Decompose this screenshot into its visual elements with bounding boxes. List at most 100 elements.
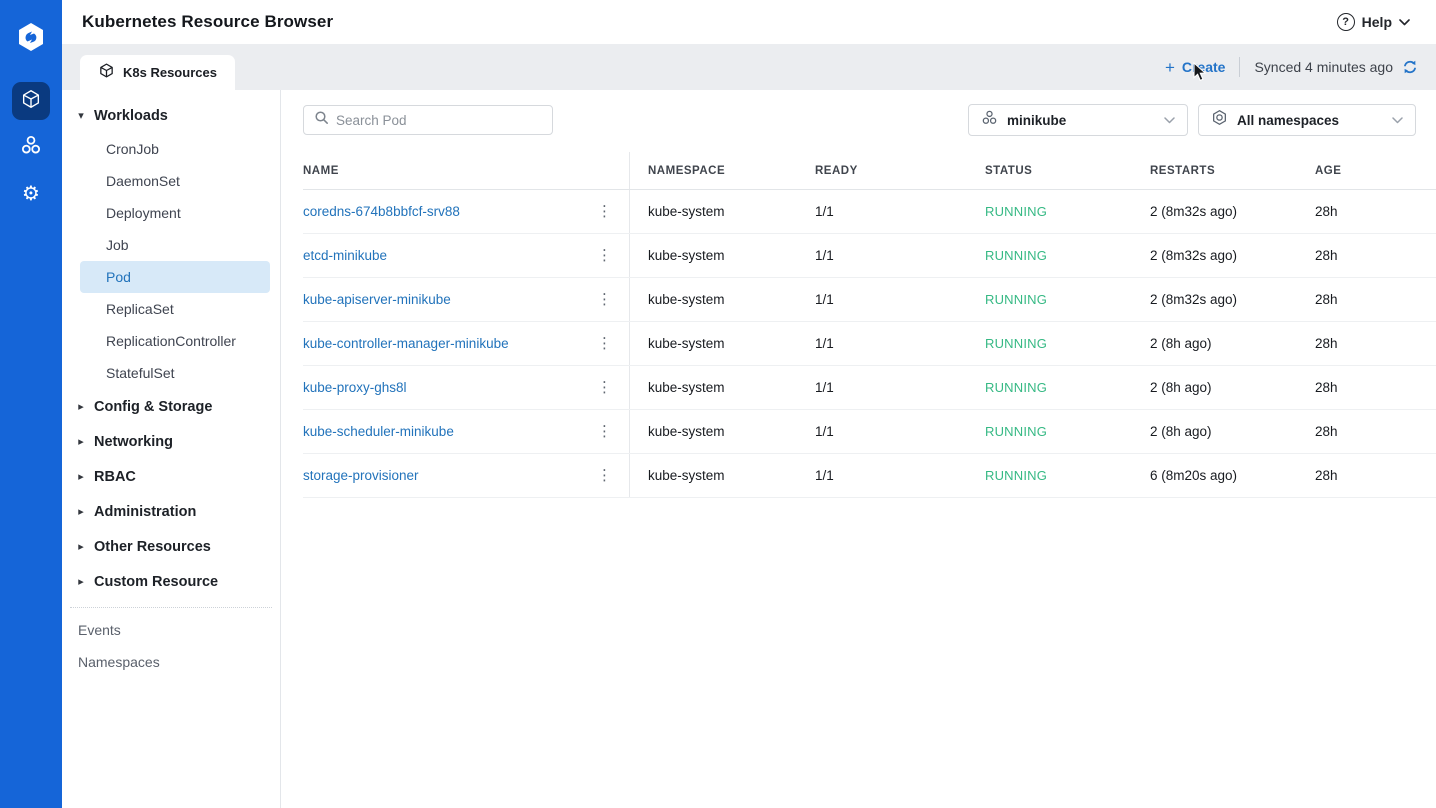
create-button[interactable]: + Create	[1165, 59, 1226, 76]
search-icon	[314, 110, 329, 130]
cell-namespace: kube-system	[630, 248, 815, 263]
cell-restarts: 2 (8h ago)	[1150, 424, 1315, 439]
plus-icon: +	[1165, 59, 1175, 76]
sync-status: Synced 4 minutes ago	[1254, 59, 1418, 75]
cell-ready: 1/1	[815, 468, 985, 483]
sidebar-item-replicationcontroller[interactable]: ReplicationController	[62, 325, 280, 357]
kebab-menu-icon[interactable]: ⋮	[592, 378, 617, 397]
cell-restarts: 2 (8h ago)	[1150, 380, 1315, 395]
sidebar-group-label: Custom Resource	[94, 574, 218, 590]
refresh-icon[interactable]	[1402, 59, 1418, 75]
sidebar-item-daemonset[interactable]: DaemonSet	[62, 165, 280, 197]
cell-age: 28h	[1315, 248, 1436, 263]
cell-restarts: 2 (8h ago)	[1150, 336, 1315, 351]
cell-ready: 1/1	[815, 380, 985, 395]
table-body: coredns-674b8bbfcf-srv88 ⋮ kube-system 1…	[303, 190, 1436, 498]
sidebar-group-label: Networking	[94, 434, 173, 450]
rail-settings-button[interactable]: ⚙	[12, 174, 50, 212]
column-header-ready: READY	[815, 165, 985, 177]
pod-name-link[interactable]: storage-provisioner	[303, 468, 419, 483]
pod-name-link[interactable]: kube-scheduler-minikube	[303, 424, 454, 439]
sidebar-group[interactable]: ▸ Other Resources	[62, 529, 280, 564]
kebab-menu-icon[interactable]: ⋮	[592, 202, 617, 221]
synced-label: Synced 4 minutes ago	[1254, 59, 1393, 75]
rail-cluster-button[interactable]	[12, 128, 50, 166]
column-header-restarts: RESTARTS	[1150, 165, 1315, 177]
kebab-menu-icon[interactable]: ⋮	[592, 466, 617, 485]
resource-sidebar: ▾ Workloads CronJob DaemonSet Deployment…	[62, 90, 281, 808]
tab-label: K8s Resources	[123, 65, 217, 80]
app-rail: ⚙	[0, 0, 62, 808]
cell-restarts: 2 (8m32s ago)	[1150, 204, 1315, 219]
table-row: kube-apiserver-minikube ⋮ kube-system 1/…	[303, 278, 1436, 322]
cell-status: RUNNING	[985, 380, 1150, 395]
cell-ready: 1/1	[815, 336, 985, 351]
cell-namespace: kube-system	[630, 468, 815, 483]
cell-ready: 1/1	[815, 292, 985, 307]
pod-name-link[interactable]: kube-apiserver-minikube	[303, 292, 451, 307]
namespace-select[interactable]: All namespaces	[1198, 104, 1416, 136]
sidebar-item-job[interactable]: Job	[62, 229, 280, 261]
sidebar-group-label: Other Resources	[94, 539, 211, 555]
cell-ready: 1/1	[815, 248, 985, 263]
cell-status: RUNNING	[985, 248, 1150, 263]
cell-restarts: 6 (8m20s ago)	[1150, 468, 1315, 483]
sidebar-item-label: Job	[106, 237, 129, 253]
sidebar-group[interactable]: ▸ RBAC	[62, 459, 280, 494]
chevron-down-icon	[1164, 117, 1175, 124]
chevron-down-icon	[1399, 13, 1410, 31]
tab-strip: K8s Resources + Create Synced 4 minutes …	[62, 44, 1436, 90]
triangle-icon: ▸	[76, 470, 86, 483]
cell-namespace: kube-system	[630, 204, 815, 219]
table-row: kube-controller-manager-minikube ⋮ kube-…	[303, 322, 1436, 366]
pod-name-link[interactable]: kube-proxy-ghs8l	[303, 380, 407, 395]
kebab-menu-icon[interactable]: ⋮	[592, 290, 617, 309]
sidebar-group[interactable]: ▸ Config & Storage	[62, 389, 280, 424]
sidebar-group[interactable]: ▾ Workloads	[62, 98, 280, 133]
chevron-down-icon	[1392, 117, 1403, 124]
sidebar-footer-item-events[interactable]: Events	[62, 614, 280, 646]
cube-icon	[20, 88, 42, 115]
cell-status: RUNNING	[985, 292, 1150, 307]
search-input[interactable]	[336, 113, 542, 128]
triangle-icon: ▾	[76, 109, 86, 122]
triangle-icon: ▸	[76, 505, 86, 518]
sidebar-footer-item-namespaces[interactable]: Namespaces	[62, 646, 280, 678]
toolbar-actions: + Create Synced 4 minutes ago	[1165, 44, 1436, 90]
pod-name-link[interactable]: kube-controller-manager-minikube	[303, 336, 509, 351]
pod-name-link[interactable]: etcd-minikube	[303, 248, 387, 263]
sidebar-group-label: Administration	[94, 504, 196, 520]
kebab-menu-icon[interactable]: ⋮	[592, 334, 617, 353]
cell-restarts: 2 (8m32s ago)	[1150, 292, 1315, 307]
pod-name-link[interactable]: coredns-674b8bbfcf-srv88	[303, 204, 460, 219]
main-content: minikube All namespaces	[281, 90, 1436, 808]
cell-namespace: kube-system	[630, 380, 815, 395]
cluster-select[interactable]: minikube	[968, 104, 1188, 136]
cell-restarts: 2 (8m32s ago)	[1150, 248, 1315, 263]
sidebar-item-pod[interactable]: Pod	[80, 261, 270, 293]
sidebar-groups: ▾ Workloads CronJob DaemonSet Deployment…	[62, 98, 280, 599]
sidebar-item-deployment[interactable]: Deployment	[62, 197, 280, 229]
sidebar-group[interactable]: ▸ Administration	[62, 494, 280, 529]
kebab-menu-icon[interactable]: ⋮	[592, 422, 617, 441]
sidebar-item-label: DaemonSet	[106, 173, 180, 189]
sidebar-group-label: Config & Storage	[94, 399, 212, 415]
cell-age: 28h	[1315, 380, 1436, 395]
cell-age: 28h	[1315, 336, 1436, 351]
kebab-menu-icon[interactable]: ⋮	[592, 246, 617, 265]
tab-k8s-resources[interactable]: K8s Resources	[80, 55, 235, 90]
sidebar-item-label: Pod	[106, 269, 131, 285]
triangle-icon: ▸	[76, 435, 86, 448]
rail-resources-button[interactable]	[12, 82, 50, 120]
sidebar-group[interactable]: ▸ Networking	[62, 424, 280, 459]
sidebar-item-cronjob[interactable]: CronJob	[62, 133, 280, 165]
cluster-icon	[981, 109, 998, 131]
help-menu[interactable]: ? Help	[1337, 13, 1410, 31]
sidebar-group-label: RBAC	[94, 469, 136, 485]
sidebar-group[interactable]: ▸ Custom Resource	[62, 564, 280, 599]
sidebar-item-replicaset[interactable]: ReplicaSet	[62, 293, 280, 325]
sidebar-footer-label: Events	[78, 622, 121, 638]
sidebar-item-statefulset[interactable]: StatefulSet	[62, 357, 280, 389]
create-button-label: Create	[1182, 59, 1226, 75]
help-icon: ?	[1337, 13, 1355, 31]
